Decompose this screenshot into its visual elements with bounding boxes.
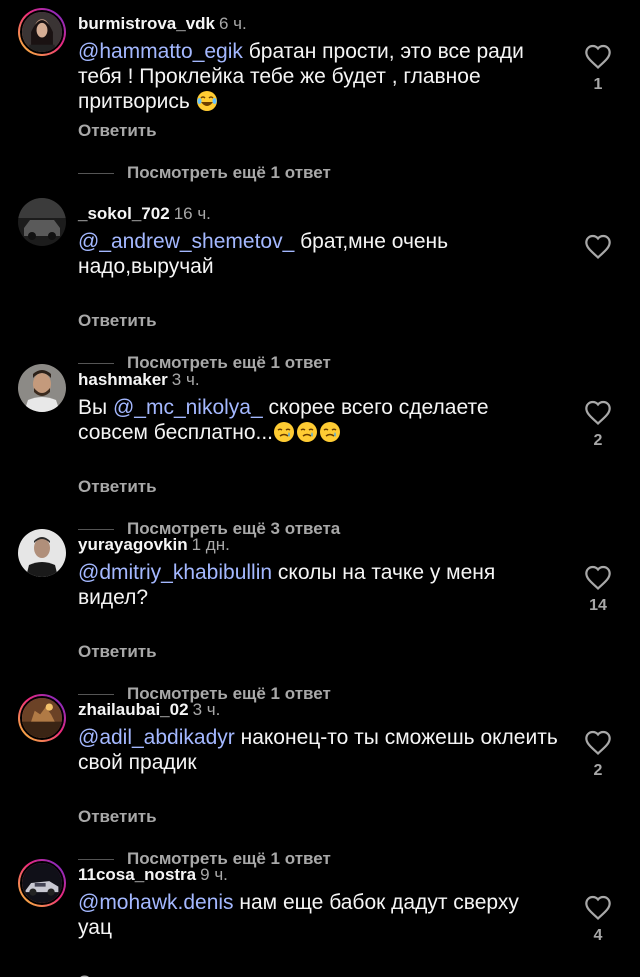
comment-text: @hammatto_egik братан прости, это все ра… <box>78 39 558 114</box>
avatar[interactable] <box>18 694 66 742</box>
timestamp: 16 ч. <box>173 204 211 223</box>
avatar[interactable] <box>18 859 66 907</box>
reply-button[interactable]: Ответить <box>78 121 157 141</box>
comment: zhailaubai_02 3 ч. @adil_abdikadyr наконе… <box>0 694 640 868</box>
comment-prefix: Вы <box>78 396 108 419</box>
avatar[interactable] <box>18 364 66 412</box>
heart-icon[interactable] <box>584 729 612 757</box>
comment-text: @adil_abdikadyr наконец-то ты сможешь ок… <box>78 725 558 775</box>
comment-text: @mohawk.denis нам еще бабок дадут сверху… <box>78 890 558 940</box>
comment: burmistrova_vdk 6 ч. @hammatto_egik брата… <box>0 8 640 182</box>
heart-icon[interactable] <box>584 43 612 71</box>
comment-text: @dmitriy_khabibullin сколы на тачке у ме… <box>78 560 558 610</box>
avatar[interactable] <box>18 8 66 56</box>
reply-button[interactable]: Ответить <box>78 311 157 331</box>
crying-emoji-icon <box>273 421 342 444</box>
mention-link[interactable]: @dmitriy_khabibullin <box>78 561 272 584</box>
mention-link[interactable]: @hammatto_egik <box>78 40 243 63</box>
like-count: 2 <box>593 432 603 449</box>
timestamp: 9 ч. <box>200 865 228 884</box>
comment: hashmaker 3 ч. Вы @_mc_nikolya_ скорее вс… <box>0 364 640 538</box>
timestamp: 1 дн. <box>191 535 230 554</box>
reply-button[interactable]: Ответить <box>78 972 157 977</box>
like-count: 1 <box>593 76 603 93</box>
comment: _sokol_702 16 ч. @_andrew_shemetov_ брат,… <box>0 198 640 372</box>
mention-link[interactable]: @_andrew_shemetov_ <box>78 230 294 253</box>
username[interactable]: 11cosa_nostra <box>78 865 196 884</box>
mention-link[interactable]: @_mc_nikolya_ <box>113 396 263 419</box>
reply-button[interactable]: Ответить <box>78 642 157 662</box>
username[interactable]: _sokol_702 <box>78 204 170 223</box>
heart-icon[interactable] <box>584 399 612 427</box>
laughing-emoji-icon <box>196 90 219 113</box>
reply-button[interactable]: Ответить <box>78 807 157 827</box>
username[interactable]: hashmaker <box>78 370 168 389</box>
timestamp: 3 ч. <box>192 700 221 719</box>
comment-text: Вы @_mc_nikolya_ скорее всего сделаете с… <box>78 395 558 445</box>
comment: yurayagovkin 1 дн. @dmitriy_khabibullin с… <box>0 529 640 703</box>
mention-link[interactable]: @adil_abdikadyr <box>78 726 235 749</box>
view-replies-button[interactable]: Посмотреть ещё 1 ответ <box>78 162 331 184</box>
reply-button[interactable]: Ответить <box>78 477 157 497</box>
heart-icon[interactable] <box>584 233 612 261</box>
heart-icon[interactable] <box>584 894 612 922</box>
heart-icon[interactable] <box>584 564 612 592</box>
like-count: 2 <box>593 762 603 779</box>
comment-text: @_andrew_shemetov_ брат,мне очень надо,в… <box>78 229 558 279</box>
username[interactable]: yurayagovkin <box>78 535 188 554</box>
timestamp: 6 ч. <box>219 14 247 33</box>
comment: 11cosa_nostra 9 ч. @mohawk.denis нам еще … <box>0 859 640 977</box>
like-count: 4 <box>593 927 603 944</box>
timestamp: 3 ч. <box>171 370 200 389</box>
divider-line <box>78 172 114 174</box>
mention-link[interactable]: @mohawk.denis <box>78 891 234 914</box>
username[interactable]: burmistrova_vdk <box>78 14 215 33</box>
username[interactable]: zhailaubai_02 <box>78 700 189 719</box>
avatar[interactable] <box>18 198 66 246</box>
like-count: 14 <box>589 597 607 614</box>
avatar[interactable] <box>18 529 66 577</box>
